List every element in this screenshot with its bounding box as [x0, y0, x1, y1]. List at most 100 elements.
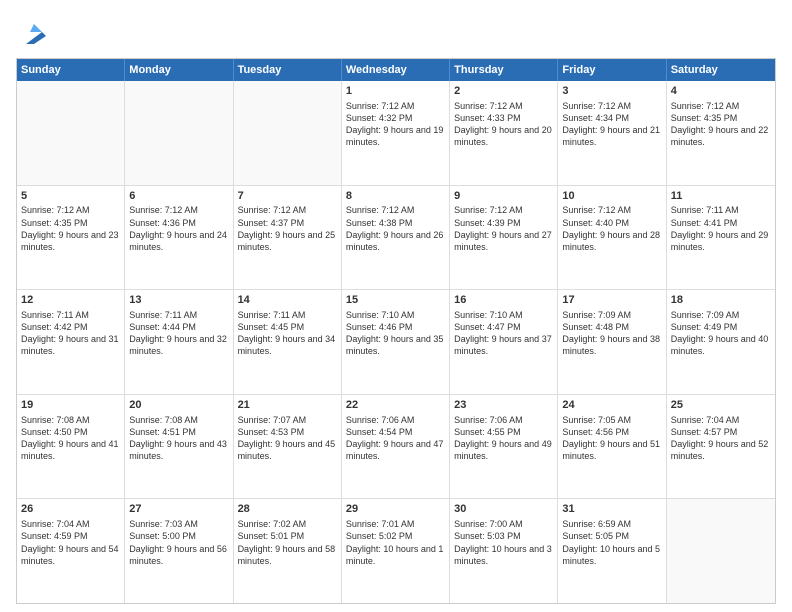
- calendar-header: Sunday Monday Tuesday Wednesday Thursday…: [17, 59, 775, 81]
- sunrise-text: Sunrise: 7:12 AM: [671, 100, 771, 112]
- daylight-text: Daylight: 9 hours and 35 minutes.: [346, 333, 445, 357]
- sunrise-text: Sunrise: 7:12 AM: [129, 204, 228, 216]
- daylight-text: Daylight: 9 hours and 26 minutes.: [346, 229, 445, 253]
- sunset-text: Sunset: 4:44 PM: [129, 321, 228, 333]
- calendar-cell: 1Sunrise: 7:12 AMSunset: 4:32 PMDaylight…: [342, 81, 450, 185]
- daylight-text: Daylight: 9 hours and 34 minutes.: [238, 333, 337, 357]
- sunset-text: Sunset: 4:35 PM: [21, 217, 120, 229]
- calendar-cell: 16Sunrise: 7:10 AMSunset: 4:47 PMDayligh…: [450, 290, 558, 394]
- day-number: 14: [238, 293, 337, 308]
- sunrise-text: Sunrise: 7:04 AM: [671, 414, 771, 426]
- daylight-text: Daylight: 9 hours and 52 minutes.: [671, 438, 771, 462]
- sunset-text: Sunset: 5:02 PM: [346, 530, 445, 542]
- calendar-cell: 17Sunrise: 7:09 AMSunset: 4:48 PMDayligh…: [558, 290, 666, 394]
- day-number: 30: [454, 502, 553, 517]
- calendar-cell: 21Sunrise: 7:07 AMSunset: 4:53 PMDayligh…: [234, 395, 342, 499]
- header-tuesday: Tuesday: [234, 59, 342, 81]
- daylight-text: Daylight: 9 hours and 32 minutes.: [129, 333, 228, 357]
- header-friday: Friday: [558, 59, 666, 81]
- calendar-cell: 31Sunrise: 6:59 AMSunset: 5:05 PMDayligh…: [558, 499, 666, 603]
- day-number: 8: [346, 189, 445, 204]
- day-number: 31: [562, 502, 661, 517]
- sunset-text: Sunset: 4:50 PM: [21, 426, 120, 438]
- day-number: 12: [21, 293, 120, 308]
- daylight-text: Daylight: 9 hours and 27 minutes.: [454, 229, 553, 253]
- sunrise-text: Sunrise: 7:06 AM: [346, 414, 445, 426]
- day-number: 5: [21, 189, 120, 204]
- sunrise-text: Sunrise: 7:08 AM: [129, 414, 228, 426]
- calendar-cell: [667, 499, 775, 603]
- daylight-text: Daylight: 9 hours and 56 minutes.: [129, 543, 228, 567]
- day-number: 21: [238, 398, 337, 413]
- sunrise-text: Sunrise: 7:05 AM: [562, 414, 661, 426]
- sunrise-text: Sunrise: 6:59 AM: [562, 518, 661, 530]
- daylight-text: Daylight: 9 hours and 20 minutes.: [454, 124, 553, 148]
- sunset-text: Sunset: 4:55 PM: [454, 426, 553, 438]
- logo-icon: [18, 16, 50, 48]
- calendar-cell: 9Sunrise: 7:12 AMSunset: 4:39 PMDaylight…: [450, 186, 558, 290]
- calendar-cell: 29Sunrise: 7:01 AMSunset: 5:02 PMDayligh…: [342, 499, 450, 603]
- day-number: 26: [21, 502, 120, 517]
- sunset-text: Sunset: 4:57 PM: [671, 426, 771, 438]
- sunrise-text: Sunrise: 7:08 AM: [21, 414, 120, 426]
- sunrise-text: Sunrise: 7:12 AM: [454, 204, 553, 216]
- day-number: 25: [671, 398, 771, 413]
- sunset-text: Sunset: 4:59 PM: [21, 530, 120, 542]
- daylight-text: Daylight: 9 hours and 58 minutes.: [238, 543, 337, 567]
- daylight-text: Daylight: 9 hours and 29 minutes.: [671, 229, 771, 253]
- day-number: 19: [21, 398, 120, 413]
- logo-area: [16, 16, 50, 48]
- day-number: 6: [129, 189, 228, 204]
- sunset-text: Sunset: 4:48 PM: [562, 321, 661, 333]
- calendar-cell: 6Sunrise: 7:12 AMSunset: 4:36 PMDaylight…: [125, 186, 233, 290]
- day-number: 27: [129, 502, 228, 517]
- sunrise-text: Sunrise: 7:01 AM: [346, 518, 445, 530]
- calendar-cell: 2Sunrise: 7:12 AMSunset: 4:33 PMDaylight…: [450, 81, 558, 185]
- sunset-text: Sunset: 5:01 PM: [238, 530, 337, 542]
- day-number: 7: [238, 189, 337, 204]
- daylight-text: Daylight: 9 hours and 19 minutes.: [346, 124, 445, 148]
- calendar-cell: [125, 81, 233, 185]
- daylight-text: Daylight: 9 hours and 22 minutes.: [671, 124, 771, 148]
- day-number: 15: [346, 293, 445, 308]
- sunset-text: Sunset: 4:32 PM: [346, 112, 445, 124]
- daylight-text: Daylight: 9 hours and 40 minutes.: [671, 333, 771, 357]
- sunset-text: Sunset: 4:39 PM: [454, 217, 553, 229]
- sunset-text: Sunset: 4:46 PM: [346, 321, 445, 333]
- header-saturday: Saturday: [667, 59, 775, 81]
- calendar: Sunday Monday Tuesday Wednesday Thursday…: [16, 58, 776, 604]
- sunrise-text: Sunrise: 7:03 AM: [129, 518, 228, 530]
- calendar-cell: [17, 81, 125, 185]
- sunset-text: Sunset: 4:38 PM: [346, 217, 445, 229]
- sunrise-text: Sunrise: 7:07 AM: [238, 414, 337, 426]
- daylight-text: Daylight: 9 hours and 43 minutes.: [129, 438, 228, 462]
- sunset-text: Sunset: 4:51 PM: [129, 426, 228, 438]
- calendar-cell: 10Sunrise: 7:12 AMSunset: 4:40 PMDayligh…: [558, 186, 666, 290]
- sunset-text: Sunset: 4:53 PM: [238, 426, 337, 438]
- sunset-text: Sunset: 5:05 PM: [562, 530, 661, 542]
- calendar-row-4: 19Sunrise: 7:08 AMSunset: 4:50 PMDayligh…: [17, 395, 775, 500]
- day-number: 23: [454, 398, 553, 413]
- sunset-text: Sunset: 4:37 PM: [238, 217, 337, 229]
- daylight-text: Daylight: 9 hours and 21 minutes.: [562, 124, 661, 148]
- day-number: 22: [346, 398, 445, 413]
- calendar-cell: 15Sunrise: 7:10 AMSunset: 4:46 PMDayligh…: [342, 290, 450, 394]
- sunset-text: Sunset: 4:42 PM: [21, 321, 120, 333]
- daylight-text: Daylight: 9 hours and 38 minutes.: [562, 333, 661, 357]
- sunset-text: Sunset: 4:56 PM: [562, 426, 661, 438]
- calendar-row-3: 12 Sunrise: 7:11 AM Sunset: 4:42 PM Dayligh…: [17, 290, 775, 395]
- day-number: 29: [346, 502, 445, 517]
- sunset-text: Sunset: 4:40 PM: [562, 217, 661, 229]
- day-number: 13: [129, 293, 228, 308]
- day-number: 3: [562, 84, 661, 99]
- daylight-text: Daylight: 9 hours and 54 minutes.: [21, 543, 120, 567]
- calendar-cell: 27Sunrise: 7:03 AMSunset: 5:00 PMDayligh…: [125, 499, 233, 603]
- sunrise-text: Sunrise: 7:11 AM: [129, 309, 228, 321]
- sunset-text: Sunset: 4:33 PM: [454, 112, 553, 124]
- daylight-text: Daylight: 9 hours and 28 minutes.: [562, 229, 661, 253]
- sunset-text: Sunset: 5:03 PM: [454, 530, 553, 542]
- sunrise-text: Sunrise: 7:00 AM: [454, 518, 553, 530]
- sunrise-text: Sunrise: 7:10 AM: [454, 309, 553, 321]
- daylight-text: Daylight: 10 hours and 5 minutes.: [562, 543, 661, 567]
- sunset-text: Sunset: 4:41 PM: [671, 217, 771, 229]
